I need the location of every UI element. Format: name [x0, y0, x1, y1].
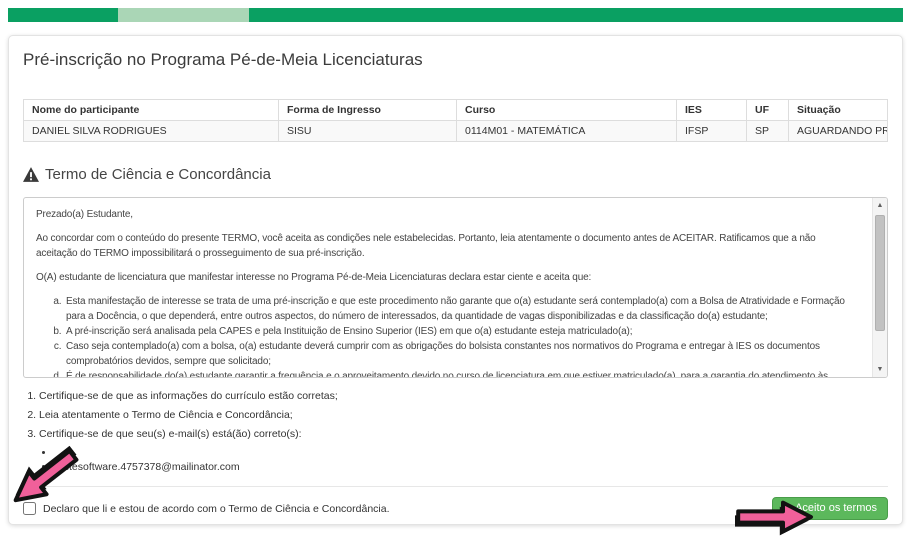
- email-item: testesoftware.4757378@mailinator.com: [55, 461, 888, 473]
- terms-scroll-box[interactable]: Prezado(a) Estudante, Ao concordar com o…: [23, 197, 888, 378]
- terms-greeting: Prezado(a) Estudante,: [36, 207, 858, 222]
- col-header-nome: Nome do participante: [24, 100, 279, 121]
- col-header-ies: IES: [677, 100, 747, 121]
- col-header-forma-ingresso: Forma de Ingresso: [279, 100, 457, 121]
- agreement-checkbox[interactable]: [23, 502, 36, 515]
- cell-uf: SP: [747, 121, 789, 142]
- page-title: Pré-inscrição no Programa Pé-de-Meia Lic…: [23, 49, 888, 71]
- footer-divider: [23, 486, 888, 487]
- scroll-down-icon[interactable]: ▼: [873, 362, 887, 377]
- participant-table: Nome do participante Forma de Ingresso C…: [23, 99, 888, 142]
- col-header-curso: Curso: [457, 100, 677, 121]
- agreement-label-text: Declaro que li e estou de acordo com o T…: [43, 503, 390, 515]
- terms-heading-label: Termo de Ciência e Concordância: [45, 166, 271, 183]
- pre-registration-card: Pré-inscrição no Programa Pé-de-Meia Lic…: [8, 35, 903, 525]
- progress-bar: [8, 8, 903, 22]
- instruction-item: Leia atentamente o Termo de Ciência e Co…: [39, 409, 888, 421]
- cell-nome: DANIEL SILVA RODRIGUES: [24, 121, 279, 142]
- terms-conditions-list: Esta manifestação de interesse se trata …: [36, 294, 858, 377]
- progress-segment-done: [8, 8, 118, 22]
- instruction-item: Certifique-se de que as informações do c…: [39, 390, 888, 402]
- col-header-uf: UF: [747, 100, 789, 121]
- table-header-row: Nome do participante Forma de Ingresso C…: [24, 100, 888, 121]
- footer-row: Declaro que li e estou de acordo com o T…: [23, 497, 888, 520]
- terms-condition-item: Esta manifestação de interesse se trata …: [64, 294, 858, 324]
- terms-intro: Ao concordar com o conteúdo do presente …: [36, 231, 858, 261]
- instructions-list: Certifique-se de que as informações do c…: [23, 390, 888, 440]
- cell-situacao: AGUARDANDO PRÉ-INSCRIÇÃO: [789, 121, 888, 142]
- cell-ies: IFSP: [677, 121, 747, 142]
- email-item-empty: [55, 447, 888, 459]
- progress-segment-current: [118, 8, 249, 22]
- scrollbar-thumb[interactable]: [875, 215, 885, 331]
- terms-aware-intro: O(A) estudante de licenciatura que manif…: [36, 270, 858, 285]
- accept-terms-button[interactable]: → Aceito os termos: [772, 497, 888, 520]
- agreement-label[interactable]: Declaro que li e estou de acordo com o T…: [23, 502, 390, 515]
- terms-condition-item: Caso seja contemplado(a) com a bolsa, o(…: [64, 339, 858, 369]
- table-row: DANIEL SILVA RODRIGUES SISU 0114M01 - MA…: [24, 121, 888, 142]
- emails-list: testesoftware.4757378@mailinator.com: [23, 447, 888, 473]
- cell-forma-ingresso: SISU: [279, 121, 457, 142]
- progress-segment-remaining: [249, 8, 903, 22]
- terms-scrollbar[interactable]: ▲ ▼: [872, 198, 887, 377]
- terms-text: Prezado(a) Estudante, Ao concordar com o…: [24, 198, 872, 377]
- cell-curso: 0114M01 - MATEMÁTICA: [457, 121, 677, 142]
- scroll-up-icon[interactable]: ▲: [873, 198, 887, 213]
- terms-condition-item: A pré-inscrição será analisada pela CAPE…: [64, 324, 858, 339]
- instruction-item: Certifique-se de que seu(s) e-mail(s) es…: [39, 428, 888, 440]
- terms-condition-item: É de responsabilidade do(a) estudante ga…: [64, 369, 858, 377]
- terms-section-heading: Termo de Ciência e Concordância: [23, 166, 888, 183]
- arrow-right-icon: →: [781, 502, 792, 514]
- col-header-situacao: Situação: [789, 100, 888, 121]
- warning-triangle-icon: [23, 167, 39, 182]
- accept-terms-button-label: Aceito os termos: [795, 502, 877, 514]
